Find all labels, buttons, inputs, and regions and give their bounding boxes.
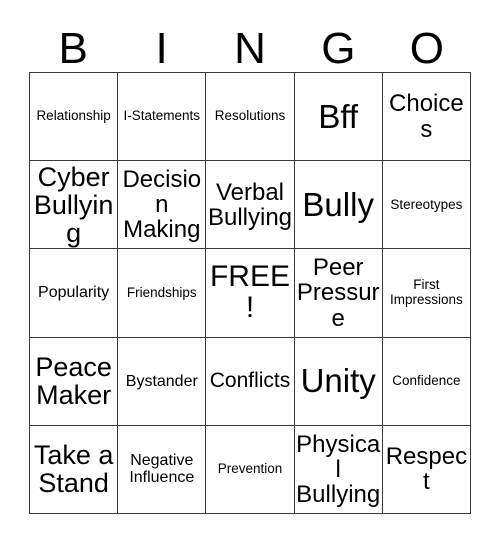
bingo-cell-label: Take a Stand (33, 440, 114, 499)
bingo-cell-label: Peace Maker (35, 352, 112, 411)
bingo-cell-n1[interactable]: Resolutions (206, 73, 295, 162)
bingo-cell-label: Bully (302, 185, 374, 223)
bingo-cell-label: Prevention (217, 461, 283, 477)
bingo-cell-label: Unity (300, 362, 376, 400)
bingo-cell-label: Popularity (38, 284, 110, 302)
bingo-cell-label: I-Statements (123, 108, 201, 124)
bingo-cell-g5[interactable]: Physical Bullying (294, 425, 383, 514)
free-space-label: FREE! (209, 260, 290, 324)
bingo-cell-o1[interactable]: Choices (382, 73, 471, 162)
bingo-cell-label: Conflicts (209, 369, 291, 393)
bingo-cell-label: Stereotypes (390, 196, 463, 212)
bingo-cell-g3[interactable]: Peer Pressure (294, 249, 383, 338)
bingo-cell-g4[interactable]: Unity (294, 337, 383, 426)
bingo-cell-g2[interactable]: Bully (294, 161, 383, 250)
bingo-cell-i2[interactable]: Decision Making (118, 161, 207, 250)
bingo-cell-label: Resolutions (214, 108, 286, 124)
bingo-card: B I N G O Relationship I-Statements Reso… (0, 0, 500, 544)
bingo-grid: Relationship I-Statements Resolutions Bf… (29, 72, 471, 514)
bingo-cell-i5[interactable]: Negative Influence (118, 425, 207, 514)
bingo-cell-o5[interactable]: Respect (382, 425, 471, 514)
bingo-cell-label: Friendships (126, 284, 197, 300)
bingo-cell-label: Relationship (36, 108, 111, 124)
bingo-cell-n2[interactable]: Verbal Bullying (206, 161, 295, 250)
bingo-cell-o2[interactable]: Stereotypes (382, 161, 471, 250)
bingo-cell-label: Verbal Bullying (207, 178, 293, 231)
bingo-cell-label: Confidence (392, 372, 461, 388)
header-letter-g: G (321, 24, 356, 73)
bingo-cell-b3[interactable]: Popularity (30, 249, 119, 338)
bingo-cell-free-space[interactable]: FREE! (206, 249, 295, 338)
bingo-cell-label: Peer Pressure (296, 254, 380, 332)
bingo-cell-label: Choices (389, 90, 464, 143)
bingo-cell-i4[interactable]: Bystander (118, 337, 207, 426)
header-letter-n: N (234, 24, 266, 73)
bingo-cell-label: Physical Bullying (296, 430, 381, 508)
bingo-cell-n4[interactable]: Conflicts (206, 337, 295, 426)
bingo-cell-o3[interactable]: First Impressions (382, 249, 471, 338)
bingo-cell-label: Respect (385, 443, 468, 496)
header-letter-b: B (58, 24, 88, 73)
header-letter-o: O (409, 24, 444, 73)
bingo-cell-label: First Impressions (390, 277, 463, 307)
bingo-cell-label: Bystander (125, 372, 198, 390)
bingo-cell-label: Cyber Bullying (33, 161, 114, 248)
bingo-cell-i3[interactable]: Friendships (118, 249, 207, 338)
bingo-cell-i1[interactable]: I-Statements (118, 73, 207, 162)
bingo-cell-label: Negative Influence (129, 452, 195, 487)
bingo-cell-n5[interactable]: Prevention (206, 425, 295, 514)
bingo-header-letters: B I N G O (29, 14, 471, 72)
bingo-cell-label: Bff (318, 97, 359, 135)
bingo-cell-g1[interactable]: Bff (294, 73, 383, 162)
bingo-cell-b4[interactable]: Peace Maker (30, 337, 119, 426)
bingo-cell-o4[interactable]: Confidence (382, 337, 471, 426)
bingo-cell-b5[interactable]: Take a Stand (30, 425, 119, 514)
bingo-cell-b2[interactable]: Cyber Bullying (30, 161, 119, 250)
header-letter-i: I (155, 24, 168, 73)
bingo-cell-label: Decision Making (122, 166, 202, 244)
bingo-cell-b1[interactable]: Relationship (30, 73, 119, 162)
